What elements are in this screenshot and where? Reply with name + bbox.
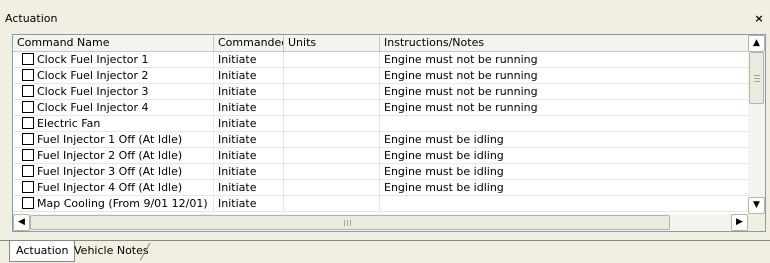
row-checkbox[interactable] (22, 69, 34, 81)
command-name-text: Electric Fan (37, 117, 101, 130)
table-row[interactable]: Electric Fan Initiate (13, 116, 748, 132)
instructions-notes-cell (380, 196, 748, 211)
thumb-grip-line (754, 81, 760, 82)
command-name-cell: Clock Fuel Injector 1 (13, 52, 214, 67)
commanded-cell[interactable]: Initiate (214, 132, 284, 147)
command-name-text: Clock Fuel Injector 4 (37, 101, 149, 114)
tab-edge (140, 243, 151, 261)
table-row[interactable]: Map Cooling (From 9/01 12/01) Initiate (13, 196, 748, 212)
horizontal-scroll-thumb[interactable] (30, 215, 670, 230)
thumb-grip-line (350, 220, 351, 226)
command-name-text: Fuel Injector 3 Off (At Idle) (37, 165, 183, 178)
command-name-text: Fuel Injector 2 Off (At Idle) (37, 149, 183, 162)
commanded-cell[interactable]: Initiate (214, 196, 284, 211)
row-checkbox[interactable] (22, 101, 34, 113)
row-checkbox[interactable] (22, 53, 34, 65)
instructions-notes-cell: Engine must not be running (384, 53, 538, 66)
thumb-grip-line (754, 75, 760, 76)
row-checkbox[interactable] (22, 133, 34, 145)
table-row[interactable]: Fuel Injector 3 Off (At Idle) Initiate Eng… (13, 164, 748, 180)
instructions-notes-cell (380, 116, 748, 131)
instructions-notes-cell: Engine must be idling (384, 181, 504, 194)
vertical-scrollbar[interactable]: ▲ ▼ (748, 35, 765, 214)
table-header: Command Name Commanded Units Instruction… (13, 35, 748, 52)
units-cell (284, 68, 380, 83)
instructions-notes-cell: Engine must not be running (384, 85, 538, 98)
row-checkbox[interactable] (22, 117, 34, 129)
command-name-text: Clock Fuel Injector 1 (37, 53, 149, 66)
vertical-scroll-thumb[interactable] (749, 52, 764, 104)
units-cell (284, 52, 380, 67)
command-name-cell: Clock Fuel Injector 3 (13, 84, 214, 99)
command-name-cell: Clock Fuel Injector 2 (13, 68, 214, 83)
thumb-grip-line (347, 220, 348, 226)
window-title: Actuation (5, 12, 58, 25)
scroll-left-button[interactable]: ◀ (13, 214, 30, 231)
instructions-notes-cell: Engine must be idling (384, 133, 504, 146)
column-header-units[interactable]: Units (284, 35, 380, 51)
commanded-cell[interactable]: Initiate (214, 52, 284, 67)
commanded-cell[interactable]: Initiate (214, 100, 284, 115)
table-row[interactable]: Clock Fuel Injector 4 Initiate Engine must… (13, 100, 748, 116)
commanded-cell[interactable]: Initiate (214, 68, 284, 83)
row-checkbox[interactable] (22, 149, 34, 161)
command-name-cell: Clock Fuel Injector 4 (13, 100, 214, 115)
units-cell (284, 164, 380, 179)
row-checkbox[interactable] (22, 197, 34, 209)
commanded-cell[interactable]: Initiate (214, 84, 284, 99)
command-name-text: Clock Fuel Injector 3 (37, 85, 149, 98)
instructions-notes-cell: Engine must not be running (384, 101, 538, 114)
scroll-right-button[interactable]: ▶ (731, 214, 748, 231)
command-name-cell: Fuel Injector 2 Off (At Idle) (13, 148, 214, 163)
scrollbar-corner (748, 214, 765, 231)
column-header-commanded[interactable]: Commanded (214, 35, 284, 51)
table-row[interactable]: Fuel Injector 1 Off (At Idle) Initiate Eng… (13, 132, 748, 148)
command-name-cell: Fuel Injector 1 Off (At Idle) (13, 132, 214, 147)
table-row[interactable]: Clock Fuel Injector 3 Initiate Engine must… (13, 84, 748, 100)
actuation-table-panel: Command Name Commanded Units Instruction… (12, 34, 766, 232)
units-cell (284, 132, 380, 147)
units-cell (284, 84, 380, 99)
units-cell (284, 116, 380, 131)
tab-bar: Actuation Vehicle Notes (0, 240, 770, 263)
command-name-text: Fuel Injector 4 Off (At Idle) (37, 181, 183, 194)
row-checkbox[interactable] (22, 165, 34, 177)
column-header-command-name[interactable]: Command Name (13, 35, 214, 51)
command-name-text: Fuel Injector 1 Off (At Idle) (37, 133, 183, 146)
row-checkbox[interactable] (22, 181, 34, 193)
tab-actuation[interactable]: Actuation (9, 241, 76, 262)
table-row[interactable]: Fuel Injector 4 Off (At Idle) Initiate Eng… (13, 180, 748, 196)
table-row[interactable]: Clock Fuel Injector 1 Initiate Engine must… (13, 52, 748, 68)
horizontal-scrollbar[interactable]: ◀ ▶ (13, 214, 748, 231)
commanded-cell[interactable]: Initiate (214, 116, 284, 131)
table-row[interactable]: Clock Fuel Injector 2 Initiate Engine must… (13, 68, 748, 84)
command-name-cell: Electric Fan (13, 116, 214, 131)
commanded-cell[interactable]: Initiate (214, 148, 284, 163)
title-bar: Actuation × (0, 0, 770, 32)
command-name-cell: Fuel Injector 3 Off (At Idle) (13, 164, 214, 179)
table-row[interactable]: Fuel Injector 2 Off (At Idle) Initiate Eng… (13, 148, 748, 164)
row-checkbox[interactable] (22, 85, 34, 97)
column-header-instructions-notes[interactable]: Instructions/Notes (380, 35, 748, 51)
thumb-grip-line (754, 78, 760, 79)
units-cell (284, 148, 380, 163)
close-icon[interactable]: × (753, 13, 765, 25)
instructions-notes-cell: Engine must be idling (384, 149, 504, 162)
thumb-grip-line (344, 220, 345, 226)
units-cell (284, 180, 380, 195)
commanded-cell[interactable]: Initiate (214, 180, 284, 195)
command-name-text: Clock Fuel Injector 2 (37, 69, 149, 82)
commanded-cell[interactable]: Initiate (214, 164, 284, 179)
command-name-text: Map Cooling (From 9/01 12/01) (37, 197, 208, 210)
scroll-down-button[interactable]: ▼ (748, 197, 765, 214)
instructions-notes-cell: Engine must be idling (384, 165, 504, 178)
command-name-cell: Fuel Injector 4 Off (At Idle) (13, 180, 214, 195)
scroll-up-button[interactable]: ▲ (748, 35, 765, 52)
instructions-notes-cell: Engine must not be running (384, 69, 538, 82)
units-cell (284, 100, 380, 115)
units-cell (284, 196, 380, 211)
command-name-cell: Map Cooling (From 9/01 12/01) (13, 196, 214, 211)
